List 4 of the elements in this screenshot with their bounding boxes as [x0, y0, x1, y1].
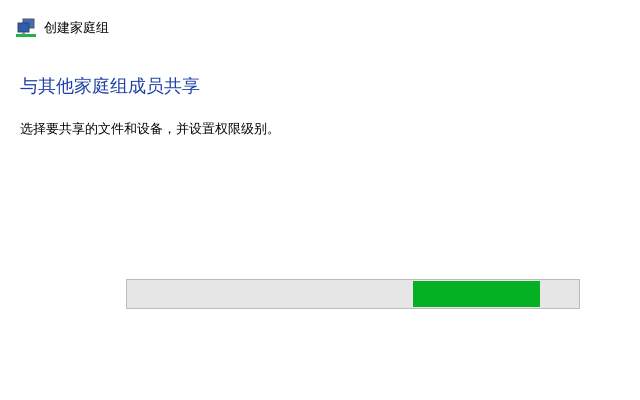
page-heading: 与其他家庭组成员共享	[20, 75, 201, 98]
window-title: 创建家庭组	[44, 20, 109, 37]
network-computers-icon	[16, 18, 36, 38]
description-text: 选择要共享的文件和设备，并设置权限级别。	[20, 121, 281, 138]
